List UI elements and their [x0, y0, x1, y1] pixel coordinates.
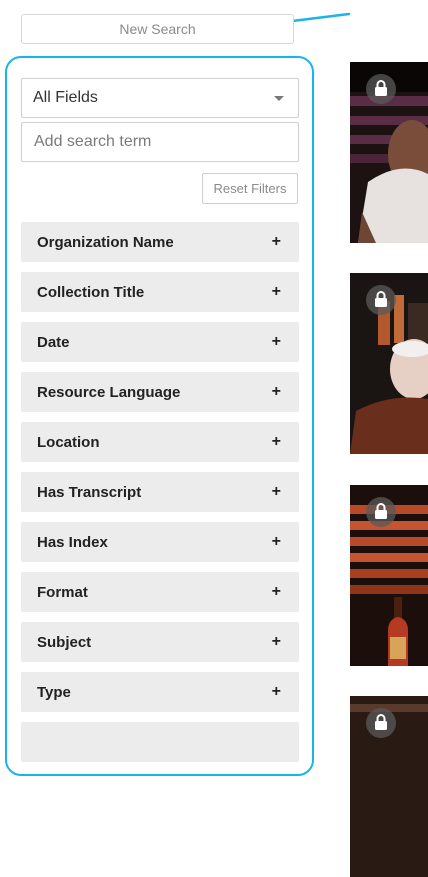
facet-list: Organization Name + Collection Title + D… — [21, 222, 299, 772]
facet-label: Subject — [37, 633, 92, 651]
caret-down-icon — [274, 96, 284, 101]
search-term-input[interactable] — [21, 122, 299, 162]
plus-icon: + — [271, 433, 281, 450]
lock-icon — [366, 497, 396, 527]
plus-icon: + — [271, 633, 281, 650]
plus-icon: + — [271, 233, 281, 250]
new-search-button[interactable]: New Search — [21, 14, 294, 44]
facet-date[interactable]: Date + — [21, 322, 299, 362]
facet-label: Location — [37, 433, 100, 451]
facet-has-index[interactable]: Has Index + — [21, 522, 299, 562]
facet-label: Format — [37, 583, 88, 601]
reset-filters-button[interactable]: Reset Filters — [202, 173, 298, 204]
result-thumbnail[interactable] — [350, 696, 428, 877]
facet-partial[interactable] — [21, 722, 299, 762]
result-thumbnail[interactable] — [350, 485, 428, 666]
facet-label: Type — [37, 683, 71, 701]
facet-subject[interactable]: Subject + — [21, 622, 299, 662]
plus-icon: + — [271, 333, 281, 350]
facet-format[interactable]: Format + — [21, 572, 299, 612]
lock-icon — [366, 285, 396, 315]
plus-icon: + — [271, 583, 281, 600]
facet-collection-title[interactable]: Collection Title + — [21, 272, 299, 312]
facet-has-transcript[interactable]: Has Transcript + — [21, 472, 299, 512]
facet-label: Date — [37, 333, 70, 351]
search-field-select[interactable]: All Fields — [21, 78, 299, 118]
plus-icon: + — [271, 283, 281, 300]
facet-location[interactable]: Location + — [21, 422, 299, 462]
facet-resource-language[interactable]: Resource Language + — [21, 372, 299, 412]
facet-label: Collection Title — [37, 283, 145, 301]
facet-type[interactable]: Type + — [21, 672, 299, 712]
facet-label: Has Transcript — [37, 483, 142, 501]
facet-label: Resource Language — [37, 383, 181, 401]
search-field-select-value: All Fields — [33, 89, 98, 106]
plus-icon: + — [271, 683, 281, 700]
result-thumbnail[interactable] — [350, 273, 428, 454]
facet-organization-name[interactable]: Organization Name + — [21, 222, 299, 262]
plus-icon: + — [271, 483, 281, 500]
plus-icon: + — [271, 383, 281, 400]
facet-label: Has Index — [37, 533, 108, 551]
lock-icon — [366, 74, 396, 104]
lock-icon — [366, 708, 396, 738]
result-thumbnail[interactable] — [350, 62, 428, 243]
plus-icon: + — [271, 533, 281, 550]
facet-label: Organization Name — [37, 233, 174, 251]
